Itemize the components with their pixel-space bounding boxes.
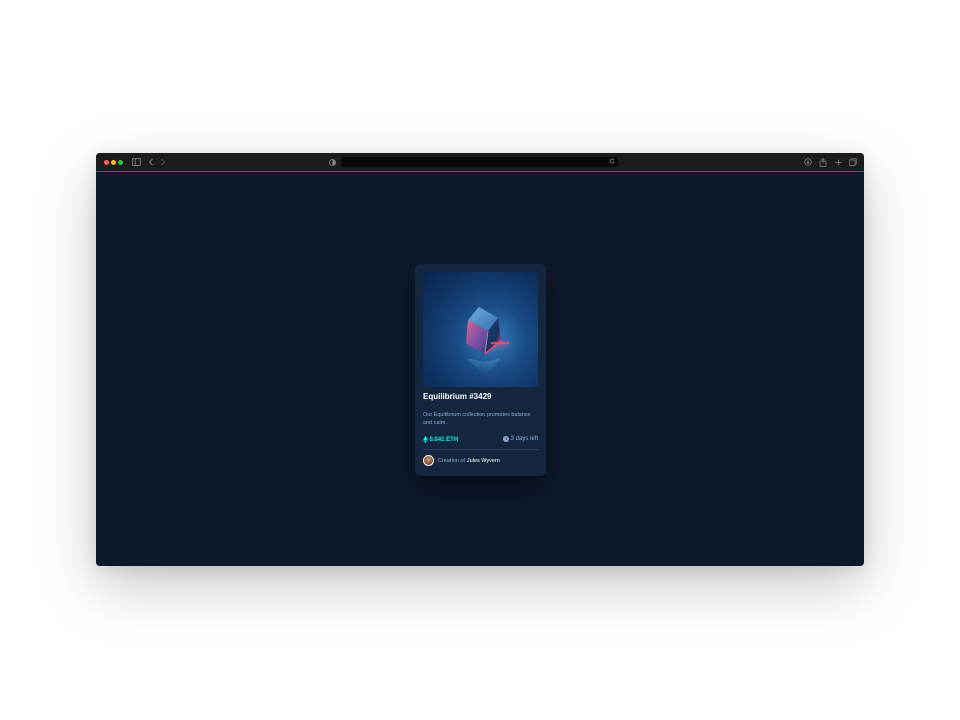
shield-icon[interactable]	[327, 157, 337, 167]
back-icon[interactable]	[146, 157, 156, 167]
zoom-window-button[interactable]	[118, 160, 123, 165]
creator-row: Creation of Jules Wyvern	[423, 455, 500, 466]
time-left-value: 3 days left	[510, 436, 538, 442]
reload-icon[interactable]	[609, 158, 615, 167]
creator-name-link[interactable]: Jules Wyvern	[467, 458, 500, 464]
sidebar-icon[interactable]	[131, 157, 141, 167]
nft-image[interactable]	[423, 272, 538, 387]
page-viewport: Equilibrium #3429 Our Equilibrium collec…	[96, 172, 864, 566]
tab-overview-icon[interactable]	[848, 157, 858, 167]
card-title[interactable]: Equilibrium #3429	[423, 392, 491, 401]
price: 0.041 ETH	[423, 436, 458, 443]
creator-prefix: Creation of	[438, 457, 465, 464]
minimize-window-button[interactable]	[111, 160, 116, 165]
price-value: 0.041 ETH	[429, 436, 459, 443]
close-window-button[interactable]	[104, 160, 109, 165]
browser-toolbar	[96, 153, 864, 172]
card-description: Our Equilibrium collection promotes bala…	[423, 412, 531, 426]
address-bar[interactable]	[341, 157, 618, 167]
nft-card: Equilibrium #3429 Our Equilibrium collec…	[415, 264, 546, 476]
card-divider	[423, 449, 538, 450]
clock-icon	[502, 436, 509, 442]
share-icon[interactable]	[818, 157, 828, 167]
ethereum-icon	[423, 436, 428, 443]
download-icon[interactable]	[803, 157, 813, 167]
browser-window: Equilibrium #3429 Our Equilibrium collec…	[96, 153, 864, 566]
forward-icon[interactable]	[158, 157, 168, 167]
avatar	[423, 455, 434, 466]
time-left: 3 days left	[502, 436, 538, 442]
cube-artwork-icon	[463, 307, 515, 376]
new-tab-icon[interactable]	[833, 157, 843, 167]
